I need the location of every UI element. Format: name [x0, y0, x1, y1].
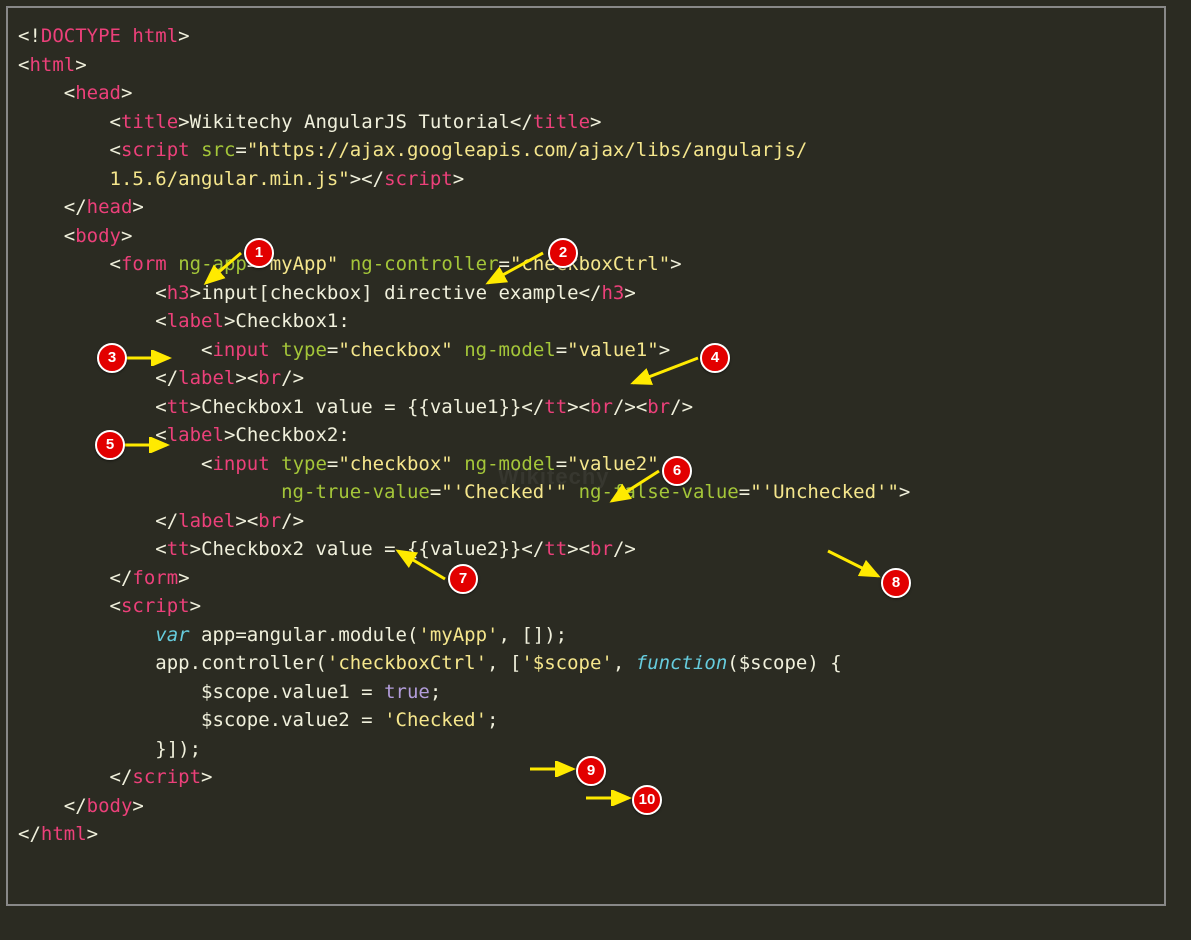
tt1-open: tt	[167, 396, 190, 418]
tt1-text: Checkbox1 value = {{value1}}	[201, 396, 521, 418]
badge-9: 9	[576, 756, 606, 786]
badge-10: 10	[632, 785, 662, 815]
myapp-str: 'myApp'	[418, 624, 498, 646]
title-text: Wikitechy AngularJS Tutorial	[190, 111, 510, 133]
code-block: <!DOCTYPE html> <html> <head> <title>Wik…	[18, 22, 1146, 849]
ngapp-attr: ng-app	[178, 253, 247, 275]
type-val-2: "checkbox"	[338, 453, 452, 475]
script2-open: script	[121, 595, 190, 617]
form-open: form	[121, 253, 167, 275]
input1: input	[212, 339, 269, 361]
checked-str: 'Checked'	[384, 709, 487, 731]
semi-2: ;	[487, 709, 498, 731]
br-1: br	[258, 367, 281, 389]
src-val-2: 1.5.6/angular.min.js"	[110, 168, 350, 190]
label1-close: label	[178, 367, 235, 389]
badge-6: 6	[662, 456, 692, 486]
body-close: body	[87, 795, 133, 817]
ngmodel-val-1: "value1"	[567, 339, 659, 361]
badge-8: 8	[881, 568, 911, 598]
script-open: script	[121, 139, 190, 161]
badge-4: 4	[700, 343, 730, 373]
head-open: head	[75, 82, 121, 104]
head-close: head	[87, 196, 133, 218]
ngctrl-attr: ng-controller	[350, 253, 499, 275]
h3-close: h3	[601, 282, 624, 304]
badge-7: 7	[448, 564, 478, 594]
badge-1: 1	[244, 238, 274, 268]
tt2-close: tt	[544, 538, 567, 560]
ngmodel-attr-1: ng-model	[464, 339, 556, 361]
tt1-close: tt	[544, 396, 567, 418]
h3-open: h3	[167, 282, 190, 304]
html-open: html	[29, 54, 75, 76]
h3-text: input[checkbox] directive example	[201, 282, 579, 304]
scope-str: '$scope'	[521, 652, 613, 674]
src-attr: src	[201, 139, 235, 161]
title-close: title	[533, 111, 590, 133]
ngfalse-val: "'Unchecked'"	[750, 481, 899, 503]
ngtrue-attr: ng-true-value	[281, 481, 430, 503]
badge-5: 5	[95, 430, 125, 460]
badge-3: 3	[97, 343, 127, 373]
ngctrl-val: "checkboxCtrl"	[510, 253, 670, 275]
label1-text: Checkbox1:	[235, 310, 349, 332]
label1-open: label	[167, 310, 224, 332]
badge-2: 2	[548, 238, 578, 268]
watermark: Wikitechy	[498, 460, 610, 493]
type-val-1: "checkbox"	[338, 339, 452, 361]
app-line: app=angular.module(	[190, 624, 419, 646]
ctrl-str: 'checkboxCtrl'	[327, 652, 487, 674]
body-open: body	[75, 225, 121, 247]
true-kw: true	[384, 681, 430, 703]
function-kw: function	[636, 652, 728, 674]
html-close: html	[41, 823, 87, 845]
type-attr-1: type	[281, 339, 327, 361]
label2-open: label	[167, 424, 224, 446]
title-open: title	[121, 111, 178, 133]
br-4: br	[258, 510, 281, 532]
script2-close: script	[132, 766, 201, 788]
label2-close: label	[178, 510, 235, 532]
src-val-1: "https://ajax.googleapis.com/ajax/libs/a…	[247, 139, 808, 161]
input2: input	[212, 453, 269, 475]
scope2-line: $scope.value2 =	[201, 709, 384, 731]
br-2: br	[590, 396, 613, 418]
scope1-line: $scope.value1 =	[201, 681, 384, 703]
br-5: br	[590, 538, 613, 560]
script-close: script	[384, 168, 453, 190]
type-attr-2: type	[281, 453, 327, 475]
doctype: DOCTYPE html	[41, 25, 178, 47]
tt2-text: Checkbox2 value = {{value2}}	[201, 538, 521, 560]
form-close: form	[132, 567, 178, 589]
br-3: br	[647, 396, 670, 418]
var-kw: var	[155, 624, 189, 646]
ctrl-line: app.controller(	[155, 652, 327, 674]
close-arr: }]);	[155, 738, 201, 760]
label2-text: Checkbox2:	[235, 424, 349, 446]
scope-param: ($scope) {	[727, 652, 841, 674]
code-container: <!DOCTYPE html> <html> <head> <title>Wik…	[6, 6, 1166, 906]
app-line-2: , []);	[498, 624, 567, 646]
semi-1: ;	[430, 681, 441, 703]
tt2-open: tt	[167, 538, 190, 560]
